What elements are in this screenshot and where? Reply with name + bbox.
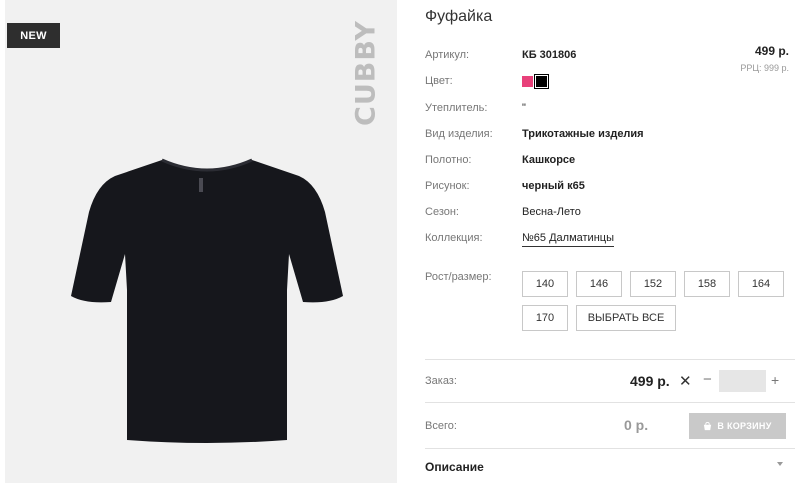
size-label: Рост/размер: [425,271,492,283]
new-badge: NEW [7,23,60,48]
product-title: Фуфайка [425,8,493,25]
total-label: Всего: [425,420,457,432]
order-label: Заказ: [425,375,457,387]
increment-icon[interactable]: + [771,372,779,388]
chevron-down-icon[interactable] [777,462,783,466]
order-price: 499 р. [630,373,670,389]
total-value: 0 р. [624,417,649,433]
tshirt-tag [199,178,203,192]
size-option-146[interactable]: 146 [576,271,622,297]
attr-label: Сезон: [425,206,459,218]
attr-label: Утеплитель: [425,102,488,114]
tshirt-body [71,160,343,443]
quantity-input[interactable] [719,370,766,392]
product-image-tshirt[interactable] [67,154,347,444]
size-option-158[interactable]: 158 [684,271,730,297]
select-all-sizes-button[interactable]: ВЫБРАТЬ ВСЕ [576,305,676,331]
attr-label: Цвет: [425,75,453,87]
brand-logo: CUBBY [350,18,382,128]
attr-value: КБ 301806 [522,49,577,61]
product-info-panel: Фуфайка 499 р. РРЦ: 999 р. Артикул: КБ 3… [425,0,795,483]
attr-value: " [522,102,526,114]
divider [425,448,795,449]
attr-value: Весна-Лето [522,206,581,218]
attr-label: Полотно: [425,154,472,166]
color-swatch-pink[interactable] [522,76,533,87]
recommended-price: РРЦ: 999 р. [740,63,789,73]
brand-logo-text: CUBBY [350,20,382,126]
color-swatch-black[interactable] [534,74,549,89]
attr-label: Коллекция: [425,232,483,244]
collection-link[interactable]: №65 Далматинцы [522,232,614,247]
product-image-panel: NEW CUBBY [5,0,397,483]
description-toggle[interactable]: Описание [425,460,484,474]
add-to-cart-label: В КОРЗИНУ [717,421,772,431]
times-icon: ✕ [679,373,692,390]
attr-label: Вид изделия: [425,128,493,140]
attr-label: Артикул: [425,49,470,61]
attr-value: Кашкорсе [522,154,576,166]
attr-value: Трикотажные изделия [522,128,644,140]
size-option-164[interactable]: 164 [738,271,784,297]
product-price: 499 р. [754,44,789,58]
divider [425,359,795,360]
size-option-152[interactable]: 152 [630,271,676,297]
add-to-cart-button[interactable]: В КОРЗИНУ [689,413,786,439]
basket-icon [704,421,712,430]
size-option-170[interactable]: 170 [522,305,568,331]
attr-value: черный к65 [522,180,585,192]
size-option-140[interactable]: 140 [522,271,568,297]
decrement-icon[interactable]: − [703,371,712,388]
attr-label: Рисунок: [425,180,470,192]
divider [425,402,795,403]
